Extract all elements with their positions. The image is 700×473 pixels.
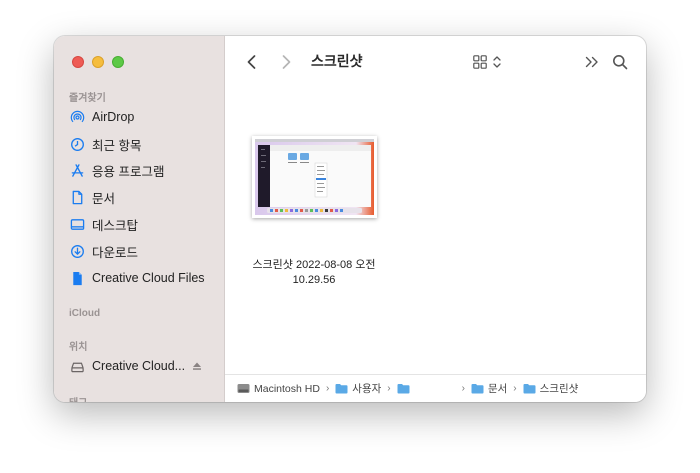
path-segment-documents[interactable]: 문서: [471, 381, 507, 396]
folder-icon: [335, 384, 348, 394]
chevron-left-icon: [247, 55, 255, 69]
path-segment-macintosh-hd[interactable]: Macintosh HD: [237, 383, 320, 395]
file-browser-content: 스크린샷 2022-08-08 오전 10.29.56: [225, 86, 646, 374]
sidebar-item-desktop[interactable]: 데스크탑: [69, 214, 219, 234]
path-separator: ›: [387, 383, 391, 394]
sidebar: 즐겨찾기 AirDrop 최근 항목 응용 프로그램 문서 데스크탑 다운로드 …: [54, 36, 225, 402]
path-separator: ›: [461, 383, 465, 394]
path-bar: Macintosh HD › 사용자 › › 문서 › 스크린샷: [225, 374, 646, 402]
folder-icon: [397, 384, 410, 394]
sidebar-item-creative-cloud-files[interactable]: Creative Cloud Files: [69, 268, 219, 288]
window-title: 스크린샷: [311, 53, 363, 69]
chevron-right-icon: [282, 55, 290, 69]
sidebar-item-label: 응용 프로그램: [92, 164, 165, 179]
file-item[interactable]: 스크린샷 2022-08-08 오전 10.29.56: [239, 136, 389, 288]
applications-icon: [69, 162, 85, 178]
sidebar-item-recents[interactable]: 최근 항목: [69, 134, 219, 154]
sidebar-item-applications[interactable]: 응용 프로그램: [69, 160, 219, 180]
toolbar: 스크린샷: [225, 36, 646, 86]
file-thumbnail: [251, 136, 377, 218]
sidebar-item-label: AirDrop: [92, 110, 135, 124]
desktop-icon: [69, 216, 85, 232]
favorites-section-label: 즐겨찾기: [69, 93, 106, 104]
clock-icon: [69, 136, 85, 152]
download-icon: [69, 243, 85, 259]
search-button[interactable]: [610, 52, 630, 72]
folder-icon: [471, 384, 484, 394]
view-mode-button[interactable]: [469, 52, 505, 72]
file-name: 스크린샷 2022-08-08 오전 10.29.56: [239, 258, 389, 288]
double-chevron-right-icon: [585, 56, 598, 68]
search-icon: [613, 55, 628, 70]
sidebar-item-label: Creative Cloud...: [92, 359, 186, 373]
file-name-line1: 스크린샷 2022-08-08 오전: [252, 259, 376, 271]
locations-section-label: 위치: [69, 342, 88, 353]
drive-icon: [69, 358, 85, 374]
back-button[interactable]: [241, 52, 261, 72]
airdrop-icon: [69, 109, 85, 125]
close-button[interactable]: [72, 56, 84, 68]
sidebar-item-label: 데스크탑: [92, 218, 139, 233]
sidebar-item-label: 최근 항목: [92, 138, 142, 153]
icloud-section-label: iCloud: [69, 308, 101, 319]
sidebar-item-airdrop[interactable]: AirDrop: [69, 107, 219, 127]
window-controls: [72, 56, 124, 68]
sidebar-item-downloads[interactable]: 다운로드: [69, 241, 219, 261]
tags-section-label: 태그: [69, 394, 87, 402]
hard-drive-icon: [237, 384, 250, 393]
eject-icon[interactable]: [192, 361, 202, 371]
file-name-line2: 10.29.56: [292, 274, 336, 286]
path-separator: ›: [325, 383, 330, 394]
grid-view-icon: [473, 55, 487, 69]
path-segment-home[interactable]: [397, 383, 456, 394]
sidebar-item-label: 다운로드: [92, 245, 139, 260]
creative-cloud-file-icon: [69, 270, 85, 286]
more-toolbar-button[interactable]: [582, 52, 602, 72]
sidebar-item-label: 문서: [92, 191, 116, 206]
forward-button[interactable]: [276, 52, 296, 72]
sidebar-item-creative-cloud-drive[interactable]: Creative Cloud...: [69, 356, 219, 376]
zoom-button[interactable]: [112, 56, 124, 68]
minimize-button[interactable]: [92, 56, 104, 68]
path-separator: ›: [513, 383, 517, 394]
finder-window: 즐겨찾기 AirDrop 최근 항목 응용 프로그램 문서 데스크탑 다운로드 …: [54, 36, 646, 402]
sidebar-item-documents[interactable]: 문서: [69, 187, 219, 207]
folder-icon: [523, 384, 536, 394]
path-segment-users[interactable]: 사용자: [335, 381, 381, 396]
chevron-updown-icon: [493, 56, 501, 68]
path-segment-screenshots[interactable]: 스크린샷: [523, 381, 578, 396]
screenshot-thumbnail-image: [254, 139, 374, 215]
sidebar-item-label: Creative Cloud Files: [92, 271, 205, 285]
document-icon: [69, 189, 85, 205]
